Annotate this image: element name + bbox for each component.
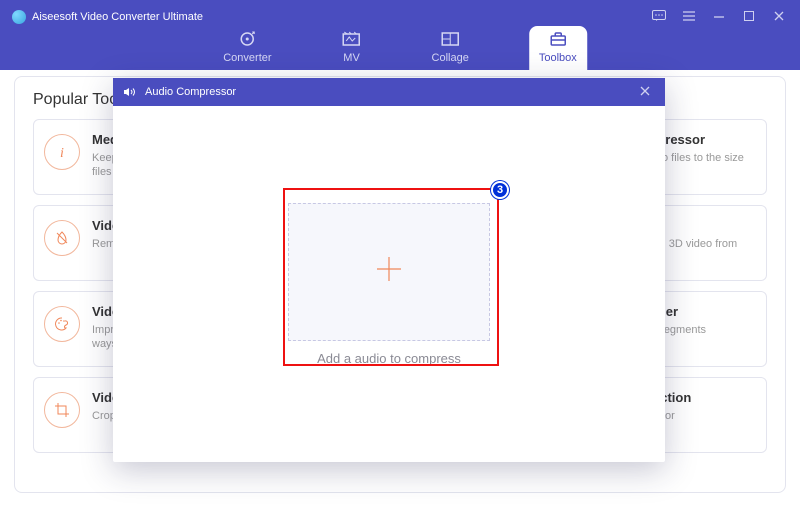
- watermark-icon: [44, 220, 80, 256]
- plus-icon: [371, 251, 407, 292]
- add-audio-dropzone[interactable]: [288, 203, 490, 341]
- titlebar: Aiseesoft Video Converter Ultimate Conve…: [0, 0, 800, 70]
- app-title: Aiseesoft Video Converter Ultimate: [12, 10, 203, 24]
- svg-text:i: i: [60, 146, 64, 161]
- maximize-button[interactable]: [734, 6, 764, 26]
- audio-compressor-modal: Audio Compressor Add a audio to compress…: [113, 78, 665, 462]
- tab-label: Toolbox: [539, 52, 577, 64]
- toolbox-icon: [548, 30, 568, 48]
- close-button[interactable]: [764, 6, 794, 26]
- tab-label: Collage: [432, 52, 469, 64]
- tab-converter[interactable]: Converter: [213, 26, 281, 70]
- tab-mv[interactable]: MV: [332, 26, 372, 70]
- app-logo-icon: [12, 10, 26, 24]
- speaker-icon: [123, 86, 137, 98]
- menu-icon[interactable]: [674, 6, 704, 26]
- tab-label: MV: [343, 52, 360, 64]
- tab-collage[interactable]: Collage: [422, 26, 479, 70]
- modal-close-button[interactable]: [635, 84, 655, 100]
- mv-icon: [342, 30, 362, 48]
- collage-icon: [440, 30, 460, 48]
- converter-icon: [237, 30, 257, 48]
- minimize-button[interactable]: [704, 6, 734, 26]
- modal-titlebar: Audio Compressor: [113, 78, 665, 106]
- modal-body: Add a audio to compress: [113, 106, 665, 462]
- crop-icon: [44, 392, 80, 428]
- info-icon: i: [44, 134, 80, 170]
- annotation-badge: 3: [491, 181, 509, 199]
- app-title-text: Aiseesoft Video Converter Ultimate: [32, 11, 203, 23]
- window-controls: [644, 6, 794, 26]
- dropzone-hint: Add a audio to compress: [317, 351, 461, 366]
- tab-toolbox[interactable]: Toolbox: [529, 26, 587, 70]
- modal-title: Audio Compressor: [145, 86, 236, 98]
- main-tabs: Converter MV Collage Toolbox: [213, 26, 587, 70]
- palette-icon: [44, 306, 80, 342]
- tab-label: Converter: [223, 52, 271, 64]
- feedback-icon[interactable]: [644, 6, 674, 26]
